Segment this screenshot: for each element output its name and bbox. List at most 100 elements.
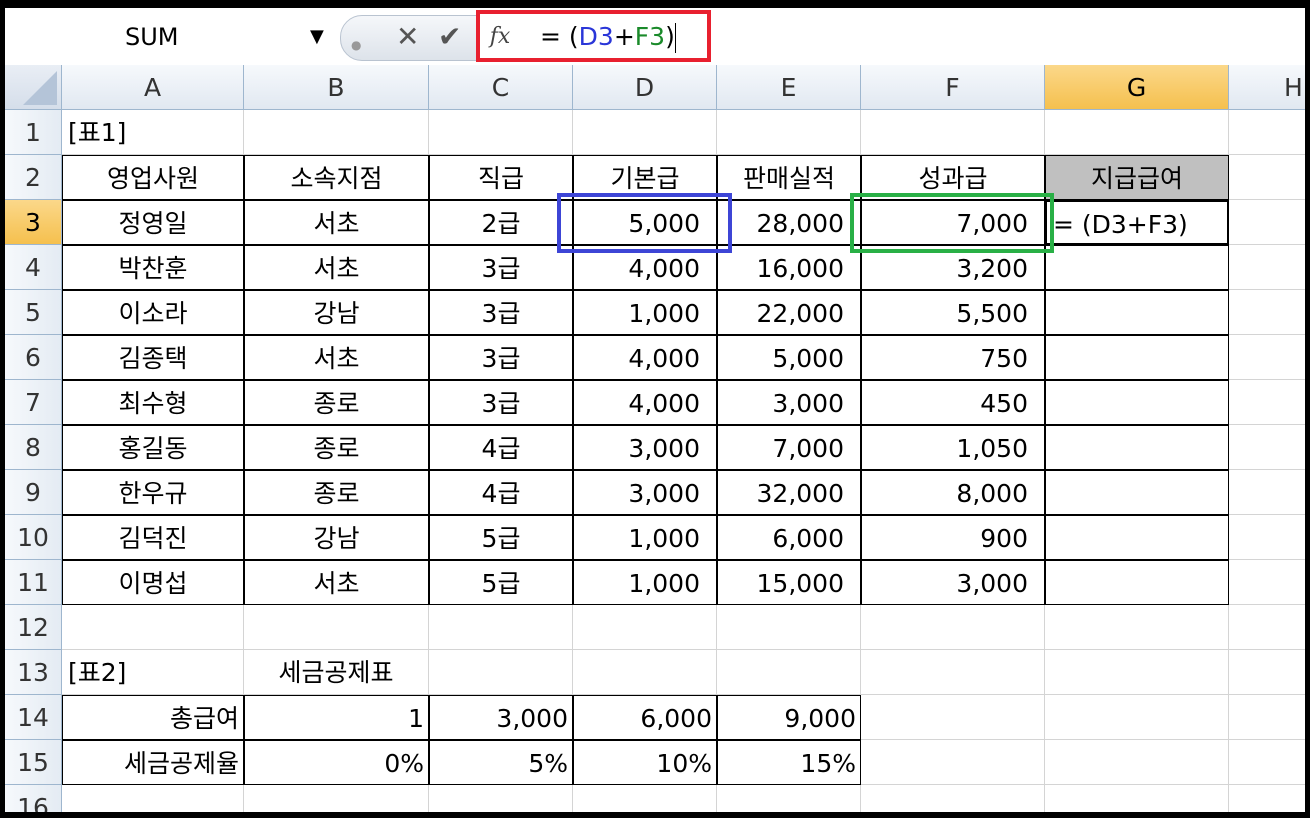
table1-cell[interactable]: 박찬훈 <box>62 245 244 290</box>
table1-cell[interactable]: 15,000 <box>717 560 861 605</box>
table1-cell[interactable]: 최수형 <box>62 380 244 425</box>
grid-cell[interactable] <box>717 110 861 155</box>
table1-cell[interactable]: 5,500 <box>861 290 1045 335</box>
table2-title[interactable]: 세금공제표 <box>244 650 429 695</box>
grid-cell[interactable] <box>1229 560 1305 605</box>
grid-cell[interactable] <box>1045 605 1229 650</box>
table1-cell[interactable]: 4급 <box>429 470 573 515</box>
table1-cell[interactable] <box>1045 380 1229 425</box>
table1-cell[interactable]: 16,000 <box>717 245 861 290</box>
grid-cell[interactable] <box>1229 740 1305 785</box>
grid-cell[interactable] <box>62 605 244 650</box>
grid-cell[interactable] <box>717 785 861 812</box>
table1-cell[interactable]: 이소라 <box>62 290 244 335</box>
grid-cell[interactable] <box>1229 470 1305 515</box>
grid-cell[interactable] <box>429 110 573 155</box>
table1-cell[interactable]: 2급 <box>429 200 573 245</box>
name-box[interactable]: SUM ▼ <box>5 16 335 58</box>
table1-cell[interactable] <box>1045 470 1229 515</box>
table1-cell[interactable]: 3급 <box>429 380 573 425</box>
table1-header[interactable]: 지급급여 <box>1045 155 1229 200</box>
grid-cell[interactable] <box>1229 380 1305 425</box>
grid-cell[interactable] <box>1229 110 1305 155</box>
grid-cell[interactable] <box>717 605 861 650</box>
row-header-12[interactable]: 12 <box>5 605 62 650</box>
table2-cell[interactable]: 0% <box>244 740 429 785</box>
table1-cell[interactable]: 종로 <box>244 470 429 515</box>
table1-cell[interactable]: 1,050 <box>861 425 1045 470</box>
grid-cell[interactable] <box>573 110 717 155</box>
table1-cell[interactable]: 4급 <box>429 425 573 470</box>
column-header-g[interactable]: G <box>1045 65 1229 110</box>
table1-cell[interactable]: 7,000 <box>717 425 861 470</box>
grid-cell[interactable] <box>244 110 429 155</box>
table1-cell[interactable]: 32,000 <box>717 470 861 515</box>
table1-cell[interactable]: 종로 <box>244 425 429 470</box>
table1-cell[interactable]: 1,000 <box>573 560 717 605</box>
table1-cell[interactable]: 김덕진 <box>62 515 244 560</box>
table2-cell[interactable]: 10% <box>573 740 717 785</box>
grid-cell[interactable] <box>1045 650 1229 695</box>
grid-cell[interactable] <box>861 605 1045 650</box>
grid-cell[interactable] <box>1229 650 1305 695</box>
grid-cell[interactable] <box>62 785 244 812</box>
table1-cell[interactable]: 3,000 <box>573 425 717 470</box>
table1-cell[interactable] <box>1045 560 1229 605</box>
grid-cell[interactable] <box>1045 110 1229 155</box>
table1-cell[interactable]: 3,000 <box>861 560 1045 605</box>
table1-cell[interactable]: 8,000 <box>861 470 1045 515</box>
table1-cell[interactable]: 서초 <box>244 245 429 290</box>
grid-cell[interactable] <box>244 605 429 650</box>
table2-cell[interactable]: 총급여 <box>62 695 244 740</box>
row-header-10[interactable]: 10 <box>5 515 62 560</box>
grid-cell[interactable] <box>1229 605 1305 650</box>
row-header-1[interactable]: 1 <box>5 110 62 155</box>
column-header-a[interactable]: A <box>62 65 244 110</box>
table1-cell[interactable]: 강남 <box>244 290 429 335</box>
table1-cell[interactable]: 정영일 <box>62 200 244 245</box>
table1-cell[interactable]: = (D3+F3) <box>1045 200 1229 245</box>
grid-cell[interactable] <box>429 650 573 695</box>
grid-cell[interactable] <box>1229 335 1305 380</box>
row-header-5[interactable]: 5 <box>5 290 62 335</box>
grid-cell[interactable] <box>1229 290 1305 335</box>
grid-cell[interactable] <box>1045 695 1229 740</box>
select-all-corner[interactable] <box>5 65 62 110</box>
column-header-d[interactable]: D <box>573 65 717 110</box>
grid-cell[interactable] <box>861 740 1045 785</box>
column-header-c[interactable]: C <box>429 65 573 110</box>
grid-cell[interactable] <box>861 785 1045 812</box>
table1-cell[interactable]: 강남 <box>244 515 429 560</box>
row-header-4[interactable]: 4 <box>5 245 62 290</box>
chevron-down-icon[interactable]: ▼ <box>310 16 324 58</box>
row-header-8[interactable]: 8 <box>5 425 62 470</box>
grid-cell[interactable] <box>1229 515 1305 560</box>
table2-cell[interactable]: 5% <box>429 740 573 785</box>
grid-cell[interactable] <box>429 605 573 650</box>
grid-cell[interactable] <box>1229 200 1305 245</box>
row-header-16[interactable]: 16 <box>5 785 62 812</box>
table1-cell[interactable]: 3급 <box>429 290 573 335</box>
table1-cell[interactable]: 서초 <box>244 200 429 245</box>
column-header-h[interactable]: H <box>1229 65 1305 110</box>
table1-cell[interactable]: 5급 <box>429 560 573 605</box>
grid-cell[interactable] <box>1229 245 1305 290</box>
row-header-15[interactable]: 15 <box>5 740 62 785</box>
row-header-11[interactable]: 11 <box>5 560 62 605</box>
grid-cell[interactable] <box>861 110 1045 155</box>
row-header-6[interactable]: 6 <box>5 335 62 380</box>
table1-cell[interactable]: 450 <box>861 380 1045 425</box>
table1-cell[interactable] <box>1045 515 1229 560</box>
table1-cell[interactable]: 900 <box>861 515 1045 560</box>
table2-label[interactable]: [표2] <box>62 650 244 695</box>
table1-cell[interactable]: 5,000 <box>717 335 861 380</box>
table1-cell[interactable]: 김종택 <box>62 335 244 380</box>
table1-cell[interactable]: 4,000 <box>573 380 717 425</box>
table2-cell[interactable]: 세금공제율 <box>62 740 244 785</box>
table1-cell[interactable] <box>1045 335 1229 380</box>
table1-cell[interactable]: 1,000 <box>573 515 717 560</box>
table1-cell[interactable]: 이명섭 <box>62 560 244 605</box>
table1-cell[interactable]: 서초 <box>244 335 429 380</box>
table2-cell[interactable]: 9,000 <box>717 695 861 740</box>
grid-cell[interactable] <box>1229 155 1305 200</box>
